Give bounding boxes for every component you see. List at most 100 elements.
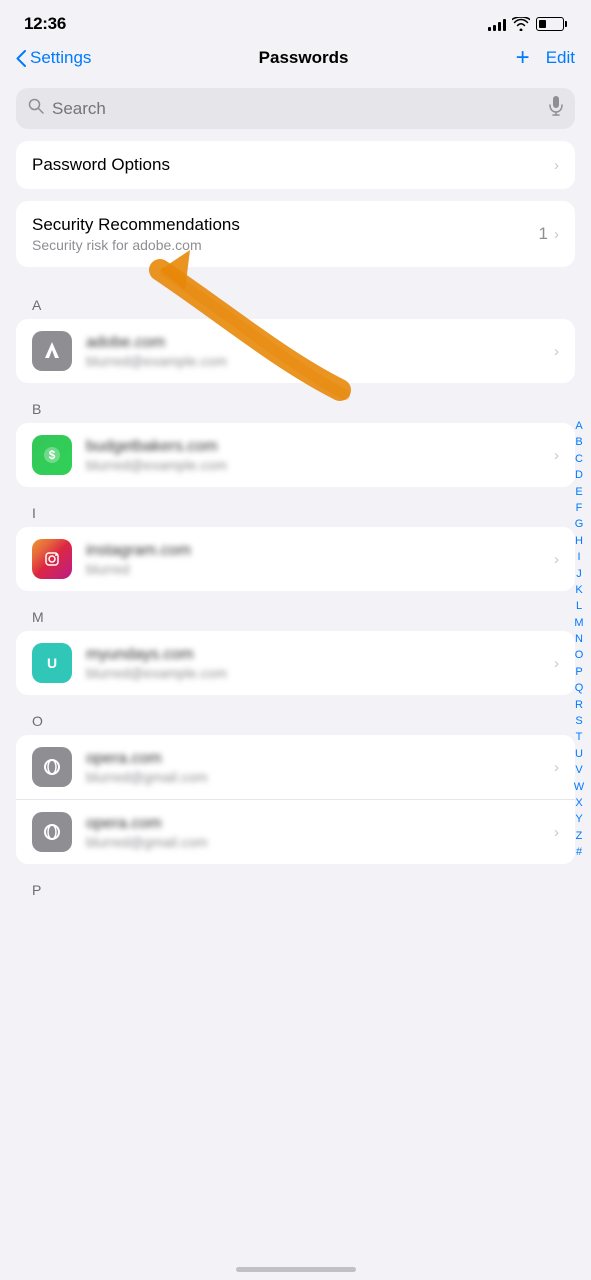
- alpha-m[interactable]: M: [571, 616, 587, 631]
- status-time: 12:36: [24, 14, 66, 34]
- entry-domain-myundays: myundays.com: [86, 646, 554, 664]
- entry-icon-instagram: [32, 539, 72, 579]
- back-chevron-icon: [16, 50, 26, 67]
- home-indicator: [236, 1267, 356, 1272]
- alpha-v[interactable]: V: [571, 763, 587, 778]
- nav-bar: Settings Passwords + Edit: [0, 42, 591, 80]
- search-container: [0, 80, 591, 141]
- alpha-w[interactable]: W: [571, 780, 587, 795]
- nav-actions: + Edit: [516, 46, 575, 70]
- alpha-c[interactable]: C: [571, 452, 587, 467]
- entry-icon-adobe: [32, 331, 72, 371]
- back-label: Settings: [30, 48, 91, 68]
- edit-button[interactable]: Edit: [546, 48, 575, 68]
- battery-icon: [536, 17, 567, 31]
- entry-instagram[interactable]: instagram.com blurred ›: [16, 527, 575, 591]
- section-header-i: I: [0, 487, 591, 527]
- entry-budgetbakers[interactable]: $ budgetbakers.com blurred@example.com ›: [16, 423, 575, 487]
- alpha-s[interactable]: S: [571, 714, 587, 729]
- chevron-icon: ›: [554, 343, 559, 360]
- entry-icon-opera-1: [32, 747, 72, 787]
- alpha-h[interactable]: H: [571, 534, 587, 549]
- section-i-group: instagram.com blurred ›: [16, 527, 575, 591]
- security-recommendations-item[interactable]: Security Recommendations Security risk f…: [16, 201, 575, 267]
- password-options-section: Password Options ›: [16, 141, 575, 189]
- search-input[interactable]: [52, 99, 541, 119]
- entry-email-instagram: blurred: [86, 561, 554, 577]
- alpha-g[interactable]: G: [571, 518, 587, 533]
- chevron-icon: ›: [554, 759, 559, 776]
- alpha-f[interactable]: F: [571, 501, 587, 516]
- svg-text:$: $: [49, 448, 56, 462]
- entry-email-adobe: blurred@example.com: [86, 353, 554, 369]
- alpha-y[interactable]: Y: [571, 813, 587, 828]
- alpha-a[interactable]: A: [571, 419, 587, 434]
- status-icons: [488, 17, 567, 31]
- entry-opera-2[interactable]: opera.com blurred@gmail.com ›: [16, 800, 575, 864]
- alpha-r[interactable]: R: [571, 698, 587, 713]
- section-header-m: M: [0, 591, 591, 631]
- entry-email-opera-2: blurred@gmail.com: [86, 834, 554, 850]
- section-b-group: $ budgetbakers.com blurred@example.com ›: [16, 423, 575, 487]
- alpha-t[interactable]: T: [571, 731, 587, 746]
- mic-icon[interactable]: [549, 96, 563, 121]
- alpha-e[interactable]: E: [571, 485, 587, 500]
- alpha-u[interactable]: U: [571, 747, 587, 762]
- section-header-p: P: [0, 864, 591, 904]
- chevron-icon: ›: [554, 551, 559, 568]
- section-o-group: opera.com blurred@gmail.com › opera.com …: [16, 735, 575, 864]
- alpha-z[interactable]: Z: [571, 829, 587, 844]
- entry-email-opera-1: blurred@gmail.com: [86, 769, 554, 785]
- wifi-icon: [512, 17, 530, 31]
- alpha-k[interactable]: K: [571, 583, 587, 598]
- search-bar[interactable]: [16, 88, 575, 129]
- chevron-icon: ›: [554, 824, 559, 841]
- chevron-icon: ›: [554, 157, 559, 174]
- alpha-o[interactable]: O: [571, 649, 587, 664]
- section-header-a: A: [0, 279, 591, 319]
- section-header-o: O: [0, 695, 591, 735]
- chevron-icon: ›: [554, 226, 559, 243]
- entry-domain-budgetbakers: budgetbakers.com: [86, 438, 554, 456]
- entry-email-budgetbakers: blurred@example.com: [86, 457, 554, 473]
- entry-domain-opera-2: opera.com: [86, 815, 554, 833]
- alpha-q[interactable]: Q: [571, 681, 587, 696]
- entry-icon-myundays: U: [32, 643, 72, 683]
- status-bar: 12:36: [0, 0, 591, 42]
- entry-opera-1[interactable]: opera.com blurred@gmail.com ›: [16, 735, 575, 800]
- entry-icon-budgetbakers: $: [32, 435, 72, 475]
- add-button[interactable]: +: [516, 46, 530, 70]
- content: Password Options › Security Recommendati…: [0, 141, 591, 934]
- alpha-j[interactable]: J: [571, 567, 587, 582]
- alpha-p[interactable]: P: [571, 665, 587, 680]
- security-recommendations-subtitle: Security risk for adobe.com: [32, 237, 539, 253]
- alphabet-index: A B C D E F G H I J K L M N O P Q R S T …: [567, 415, 591, 865]
- entry-email-myundays: blurred@example.com: [86, 665, 554, 681]
- svg-text:U: U: [47, 655, 57, 671]
- back-button[interactable]: Settings: [16, 48, 91, 68]
- entry-domain-instagram: instagram.com: [86, 542, 554, 560]
- page-title: Passwords: [259, 48, 349, 68]
- entry-icon-opera-2: [32, 812, 72, 852]
- section-a-group: adobe.com blurred@example.com ›: [16, 319, 575, 383]
- chevron-icon: ›: [554, 447, 559, 464]
- alpha-d[interactable]: D: [571, 468, 587, 483]
- entry-adobe[interactable]: adobe.com blurred@example.com ›: [16, 319, 575, 383]
- entry-domain-opera-1: opera.com: [86, 750, 554, 768]
- alpha-x[interactable]: X: [571, 796, 587, 811]
- password-options-label: Password Options: [32, 155, 554, 175]
- signal-icon: [488, 17, 506, 31]
- alpha-hash[interactable]: #: [571, 845, 587, 860]
- section-header-b: B: [0, 383, 591, 423]
- search-icon: [28, 98, 44, 119]
- alpha-b[interactable]: B: [571, 436, 587, 451]
- security-badge: 1: [539, 224, 548, 244]
- section-m-group: U myundays.com blurred@example.com ›: [16, 631, 575, 695]
- alpha-i[interactable]: I: [571, 550, 587, 565]
- security-recommendations-label: Security Recommendations: [32, 215, 539, 235]
- password-options-item[interactable]: Password Options ›: [16, 141, 575, 189]
- entry-myundays[interactable]: U myundays.com blurred@example.com ›: [16, 631, 575, 695]
- chevron-icon: ›: [554, 655, 559, 672]
- alpha-n[interactable]: N: [571, 632, 587, 647]
- alpha-l[interactable]: L: [571, 600, 587, 615]
